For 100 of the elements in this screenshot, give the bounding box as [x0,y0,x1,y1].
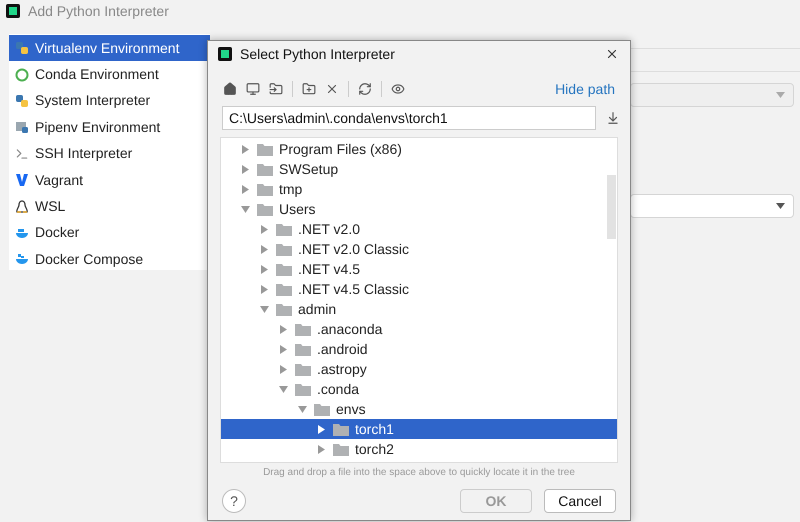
sidebar-item[interactable]: Vagrant [9,166,210,194]
cancel-button[interactable]: Cancel [544,489,616,513]
app-icon [6,4,20,18]
tree-row[interactable]: Users [221,199,617,219]
app-icon [218,47,232,61]
folder-name: Program Files (x86) [279,140,402,159]
collapsed-arrow-icon[interactable] [260,244,270,254]
folder-python-icon [15,120,29,134]
delete-icon [325,82,339,96]
help-button[interactable]: ? [222,489,246,513]
folder-icon [276,302,292,316]
folder-button[interactable] [269,82,283,96]
show-hidden-button[interactable] [391,82,405,96]
collapsed-arrow-icon[interactable] [260,224,270,234]
dropdown-field[interactable] [630,194,794,218]
dropdown-arrow-icon [776,92,785,98]
collapsed-arrow-icon[interactable] [241,184,251,194]
folder-icon [257,202,273,216]
folder-icon [257,162,273,176]
monitor-icon [246,82,260,96]
folder-name: .android [317,340,368,358]
tree-row[interactable]: .android [221,339,617,359]
folder-icon [257,142,273,156]
close-icon [605,47,619,61]
tree-row[interactable]: .conda [221,379,617,399]
collapsed-arrow-icon[interactable] [260,264,270,274]
dropdown-arrow-icon [776,203,785,209]
tree-row[interactable]: envs [221,399,617,419]
tree-row[interactable]: .NET v2.0 Classic [221,239,617,259]
folder-icon [276,222,292,236]
sidebar-item[interactable]: Docker Compose [9,246,210,273]
scrollbar-thumb[interactable] [607,175,616,239]
folder-name: Users [279,200,316,218]
terminal-icon [15,146,29,161]
folder-name: .NET v2.0 Classic [298,240,409,258]
folder-icon [276,242,292,256]
folder-name: .NET v2.0 [298,220,360,238]
folder-name: .astropy [317,360,367,379]
new-folder-button[interactable] [302,82,316,96]
folder-icon [295,362,311,376]
expanded-arrow-icon[interactable] [260,304,270,314]
collapsed-arrow-icon[interactable] [241,144,251,154]
folder-name: torch2 [355,440,394,458]
penguin-icon [15,200,29,214]
tree-row[interactable]: .NET v4.5 [221,259,617,279]
hide-path-link[interactable]: Hide path [555,78,615,100]
tree-row[interactable]: .astropy [221,359,617,379]
folder-name: admin [298,300,336,318]
collapsed-arrow-icon[interactable] [317,424,327,434]
python-icon [15,41,29,56]
dialog-title: Select Python Interpreter [240,44,396,64]
expanded-arrow-icon[interactable] [279,384,289,394]
python-icon [15,94,29,108]
eye-icon [391,82,405,96]
tree-row[interactable]: .NET v4.5 Classic [221,279,617,299]
home-button[interactable] [223,82,237,96]
sidebar-item[interactable]: Pipenv Environment [9,114,210,141]
folder-plus-icon [302,82,316,96]
path-field[interactable]: C:\Users\admin\.conda\envs\torch1 [222,106,596,130]
folder-name: tmp [279,180,302,199]
folder-name: .conda [317,380,360,398]
folder-icon [333,422,349,436]
sidebar-item[interactable]: Docker [9,220,210,246]
collapsed-arrow-icon[interactable] [279,324,289,334]
tree-row[interactable]: .anaconda [221,319,617,339]
sidebar-item[interactable]: SSH Interpreter [9,140,210,167]
tree-row[interactable]: Program Files (x86) [221,139,617,159]
collapsed-arrow-icon[interactable] [260,284,270,294]
refresh-button[interactable] [358,82,372,96]
folder-icon [276,262,292,276]
sidebar-item[interactable]: Conda Environment [9,61,210,88]
folder-icon [295,342,311,356]
expanded-arrow-icon[interactable] [241,204,251,214]
tree-row[interactable]: SWSetup [221,159,617,179]
folder-icon [276,282,292,296]
delete-button[interactable] [325,82,339,96]
folder-name: envs [336,400,366,418]
collapsed-arrow-icon[interactable] [279,364,289,374]
tree-row[interactable]: .NET v2.0 [221,219,617,239]
download-icon[interactable] [606,111,620,125]
expanded-arrow-icon[interactable] [298,404,308,414]
sidebar-item[interactable]: System Interpreter [9,88,210,114]
folder-name: .NET v4.5 [298,260,360,278]
folder-icon [333,442,349,456]
folder-name: SWSetup [279,160,338,179]
collapsed-arrow-icon[interactable] [279,344,289,354]
tree-row[interactable]: tmp [221,179,617,199]
folder-icon [257,182,273,196]
folder-name: .anaconda [317,320,382,338]
tree-row[interactable]: admin [221,299,617,319]
folder-name: .NET v4.5 Classic [298,280,409,298]
sidebar-item[interactable]: WSL [9,193,210,220]
tree-row[interactable]: torch2 [221,439,617,459]
collapsed-arrow-icon[interactable] [317,444,327,454]
tree-row[interactable]: torch1 [221,419,617,439]
desktop-button[interactable] [246,82,260,96]
collapsed-arrow-icon[interactable] [241,164,251,174]
sidebar-item[interactable]: Virtualenv Environment [9,35,210,62]
folder-icon [295,382,311,396]
hint-text: Drag and drop a file into the space above to quickly locate it in the tree [262,466,576,480]
